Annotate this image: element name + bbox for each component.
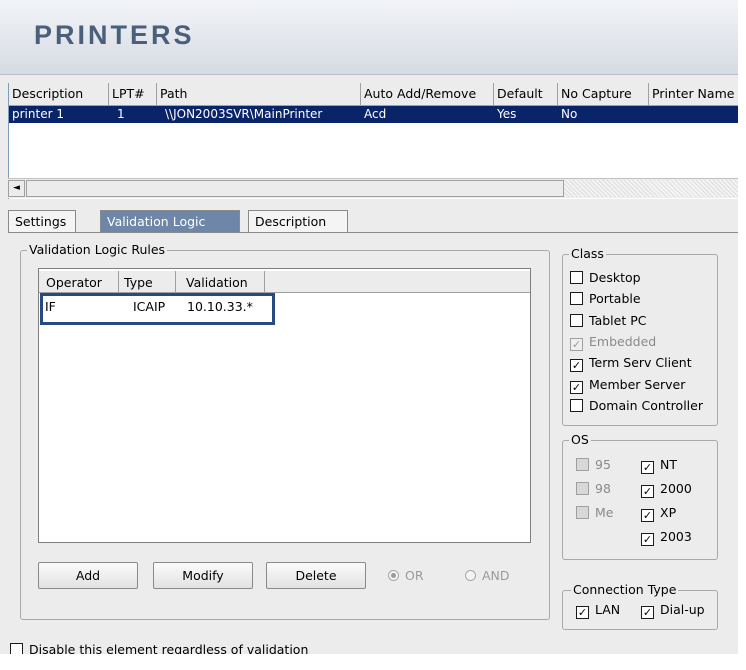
checkbox-label: LAN — [595, 602, 621, 617]
class-checkbox-term-serv-client[interactable]: ✓ Term Serv Client — [570, 353, 692, 373]
checkbox-icon[interactable] — [570, 398, 583, 412]
connection-type-label: Connection Type — [571, 582, 679, 597]
cell-description: printer 1 — [12, 107, 64, 121]
column-header-auto-add-remove[interactable]: Auto Add/Remove — [361, 83, 494, 105]
checkmark-icon[interactable]: ✓ — [570, 359, 583, 373]
cell-no-capture: No — [561, 107, 578, 121]
checkbox-label: Dial-up — [660, 602, 705, 617]
os-checkbox-2000[interactable]: ✓ 2000 — [641, 479, 692, 499]
tab-description[interactable]: Description — [248, 210, 348, 232]
checkmark-icon[interactable]: ✓ — [641, 509, 654, 522]
torn-edge-bottom — [0, 654, 746, 670]
cell-path: \\JON2003SVR\MainPrinter — [165, 107, 323, 121]
column-header-printer-name[interactable]: Printer Name — [649, 83, 738, 105]
radio-selected-icon — [388, 570, 399, 581]
table-row[interactable]: printer 1 1 \\JON2003SVR\MainPrinter Acd… — [9, 106, 738, 123]
checkbox-label: 2000 — [660, 481, 692, 496]
os-checkbox-2003[interactable]: ✓ 2003 — [641, 527, 692, 547]
radio-unselected-icon — [465, 570, 476, 581]
page-title: PRINTERS — [34, 20, 195, 50]
checkbox-label: 95 — [595, 457, 611, 472]
checkbox-label: Embedded — [589, 333, 657, 349]
os-checkbox-nt[interactable]: ✓ NT — [641, 455, 677, 475]
checkbox-label: Member Server — [589, 376, 686, 392]
scroll-thumb[interactable] — [26, 180, 564, 197]
grid-header: Description LPT# Path Auto Add/Remove De… — [9, 83, 738, 106]
column-header-description[interactable]: Description — [9, 83, 109, 105]
column-header-spacer — [265, 271, 530, 293]
checkbox-label: Tablet PC — [589, 312, 647, 328]
class-checkbox-tablet-pc[interactable]: Tablet PC — [570, 311, 646, 331]
delete-button[interactable]: Delete — [266, 562, 366, 589]
checkbox-label: 2003 — [660, 529, 692, 544]
modify-button[interactable]: Modify — [153, 562, 253, 589]
os-checkbox-95: 95 — [576, 455, 611, 475]
class-checkbox-member-server[interactable]: ✓ Member Server — [570, 375, 685, 395]
checkmark-icon[interactable]: ✓ — [641, 533, 654, 546]
tab-validation-logic[interactable]: Validation Logic — [100, 210, 240, 232]
class-checkbox-desktop[interactable]: Desktop — [570, 268, 641, 288]
column-header-validation[interactable]: Validation — [176, 271, 265, 293]
torn-edge-right — [738, 0, 746, 670]
scroll-track[interactable] — [564, 180, 738, 197]
tab-strip: Settings Validation Logic Description — [8, 208, 738, 233]
checkbox-icon[interactable] — [570, 313, 583, 327]
os-label: OS — [569, 432, 591, 447]
column-header-type[interactable]: Type — [119, 271, 176, 293]
os-checkbox-xp[interactable]: ✓ XP — [641, 503, 676, 523]
validation-rules-label: Validation Logic Rules — [27, 242, 168, 257]
checkbox-label: Me — [595, 505, 614, 520]
checkmark-icon[interactable]: ✓ — [641, 606, 654, 619]
checkbox-icon[interactable] — [570, 271, 583, 284]
os-checkbox-me: Me — [576, 503, 613, 523]
column-header-default[interactable]: Default — [494, 83, 558, 105]
class-checkbox-embedded: ✓ Embedded — [570, 332, 656, 352]
checkbox-disabled-icon — [576, 506, 589, 519]
checkbox-disabled-icon — [576, 458, 589, 471]
highlight-box — [40, 293, 275, 325]
cell-auto-add-remove: Acd — [364, 107, 387, 121]
checkbox-disabled-icon — [576, 482, 589, 495]
checkbox-label: Portable — [589, 291, 641, 307]
window-frame: PRINTERS Description LPT# Path Auto Add/… — [0, 0, 738, 662]
checkmark-icon: ✓ — [570, 337, 583, 351]
class-label: Class — [569, 246, 606, 261]
add-button[interactable]: Add — [38, 562, 138, 589]
and-radio[interactable]: AND — [465, 566, 510, 586]
or-label: OR — [405, 568, 424, 583]
class-checkbox-portable[interactable]: Portable — [570, 289, 641, 309]
checkbox-label: 98 — [595, 481, 611, 496]
or-radio[interactable]: OR — [388, 566, 424, 586]
column-header-no-capture[interactable]: No Capture — [558, 83, 649, 105]
column-header-path[interactable]: Path — [157, 83, 361, 105]
checkbox-label: Desktop — [589, 270, 641, 285]
connection-checkbox-dial-up[interactable]: ✓ Dial-up — [641, 600, 705, 620]
cell-lpt: 1 — [117, 107, 125, 121]
checkbox-label: Domain Controller — [589, 397, 703, 413]
checkmark-icon[interactable]: ✓ — [641, 461, 654, 474]
cell-printer-name — [649, 106, 738, 123]
checkbox-label: Term Serv Client — [589, 355, 692, 371]
and-label: AND — [482, 568, 510, 583]
checkbox-label: XP — [660, 505, 677, 520]
horizontal-scrollbar[interactable]: ◄ — [8, 178, 738, 198]
os-checkbox-98: 98 — [576, 479, 611, 499]
checkbox-icon[interactable] — [570, 292, 583, 306]
column-header-lpt[interactable]: LPT# — [109, 83, 157, 105]
class-checkbox-domain-controller[interactable]: Domain Controller — [570, 396, 703, 416]
checkmark-icon[interactable]: ✓ — [570, 380, 583, 394]
scroll-left-icon[interactable]: ◄ — [8, 180, 25, 197]
checkbox-label: NT — [660, 457, 677, 472]
tab-settings[interactable]: Settings — [8, 210, 76, 232]
connection-checkbox-lan[interactable]: ✓ LAN — [576, 600, 620, 620]
checkmark-icon[interactable]: ✓ — [641, 485, 654, 498]
column-header-operator[interactable]: Operator — [39, 271, 119, 293]
tab-divider — [8, 232, 738, 233]
header-banner: PRINTERS — [0, 0, 738, 75]
cell-default: Yes — [497, 107, 517, 121]
checkmark-icon[interactable]: ✓ — [576, 606, 589, 619]
